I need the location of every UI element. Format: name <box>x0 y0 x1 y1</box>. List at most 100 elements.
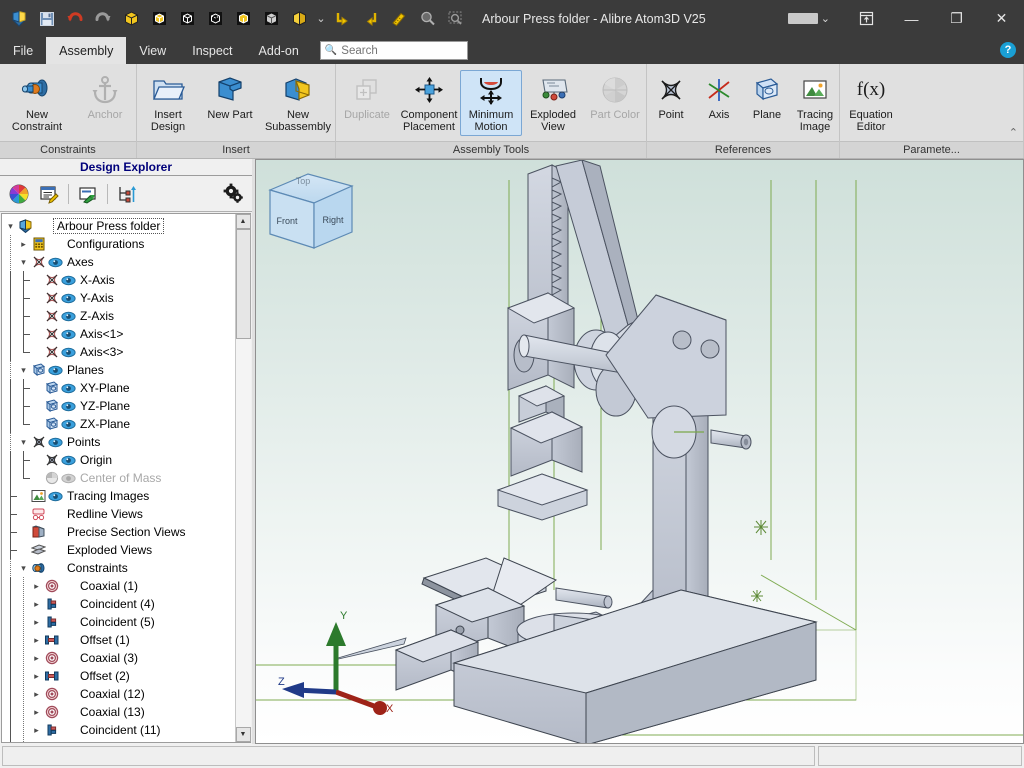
new-subassembly-button[interactable]: New Subassembly <box>261 70 335 136</box>
transparent-view-icon[interactable] <box>258 6 284 32</box>
scroll-down-button[interactable]: ▼ <box>235 727 251 742</box>
tree-item[interactable]: ▸ Coincident (5) <box>4 613 235 631</box>
tree-expander-closed-icon[interactable]: ▸ <box>30 739 43 742</box>
scroll-track[interactable] <box>235 229 251 727</box>
color-wheel-icon[interactable] <box>5 181 33 207</box>
tree-item[interactable]: X-Axis <box>4 271 235 289</box>
tree-expander-open-icon[interactable]: ▾ <box>4 217 17 235</box>
view-cube[interactable]: Top Front Right <box>256 166 366 258</box>
tree-expander-closed-icon[interactable]: ▸ <box>30 649 43 667</box>
close-button[interactable]: ✕ <box>979 0 1024 37</box>
tree-item[interactable]: ▸ Offset (2) <box>4 667 235 685</box>
visibility-eye-icon[interactable] <box>60 380 77 396</box>
tree-item[interactable]: ▸ Coaxial (3) <box>4 649 235 667</box>
tree-item[interactable]: Redline Views <box>4 505 235 523</box>
design-tree[interactable]: ▾ Arbour Press folder ▸ Configurations ▾ Axes… <box>2 214 235 742</box>
tree-item[interactable]: ▸ Coincident (11) <box>4 721 235 739</box>
visibility-eye-icon[interactable] <box>60 308 77 324</box>
tree-item[interactable]: Precise Section Views <box>4 523 235 541</box>
tree-scrollbar[interactable]: ▲ ▼ <box>235 214 251 742</box>
visibility-eye-icon[interactable] <box>47 488 64 504</box>
import-icon[interactable] <box>330 6 356 32</box>
tree-expander-closed-icon[interactable]: ▸ <box>30 721 43 739</box>
tree-expander-open-icon[interactable]: ▾ <box>17 559 30 577</box>
tree-item[interactable]: XY-Plane <box>4 379 235 397</box>
tree-expander-closed-icon[interactable]: ▸ <box>30 703 43 721</box>
sort-tree-icon[interactable] <box>113 181 141 207</box>
reference-axis-button[interactable]: Axis <box>695 70 743 124</box>
visibility-eye-icon[interactable] <box>60 398 77 414</box>
tree-expander-closed-icon[interactable]: ▸ <box>30 595 43 613</box>
tree-item[interactable]: Exploded Views <box>4 541 235 559</box>
menu-item-assembly[interactable]: Assembly <box>46 37 127 64</box>
visibility-eye-icon[interactable] <box>60 272 77 288</box>
component-placement-button[interactable]: Component Placement <box>398 70 460 136</box>
search-box[interactable]: 🔍 <box>319 41 468 60</box>
tree-expander-open-icon[interactable]: ▾ <box>17 253 30 271</box>
new-part-button[interactable]: New Part <box>199 70 261 124</box>
undo-icon[interactable] <box>62 6 88 32</box>
tree-item[interactable]: ▾ Constraints <box>4 559 235 577</box>
insert-design-button[interactable]: Insert Design <box>137 70 199 136</box>
wireframe-view-icon[interactable] <box>174 6 200 32</box>
tree-expander-open-icon[interactable]: ▾ <box>17 361 30 379</box>
part-color-button[interactable]: Part Color <box>584 70 646 124</box>
anchor-button[interactable]: Anchor <box>74 70 136 124</box>
visibility-eye-icon[interactable] <box>47 254 64 270</box>
tree-item[interactable]: ▾ Planes <box>4 361 235 379</box>
rename-icon[interactable] <box>74 181 102 207</box>
maximize-button[interactable]: ❐ <box>934 0 979 37</box>
visibility-eye-icon[interactable] <box>47 362 64 378</box>
tree-item[interactable]: ▸ Coincident (12) <box>4 739 235 742</box>
tree-item[interactable]: Axis<3> <box>4 343 235 361</box>
minimum-motion-button[interactable]: Minimum Motion <box>460 70 522 136</box>
menu-item-view[interactable]: View <box>126 37 179 64</box>
3d-viewport[interactable]: Y X Z Top Front Right <box>255 159 1024 744</box>
tree-item[interactable]: YZ-Plane <box>4 397 235 415</box>
equation-editor-button[interactable]: f(x) Equation Editor <box>840 70 902 136</box>
tree-expander-closed-icon[interactable]: ▸ <box>30 577 43 595</box>
minimize-button[interactable]: — <box>889 0 934 37</box>
visibility-eye-icon[interactable] <box>60 452 77 468</box>
tree-item[interactable]: Y-Axis <box>4 289 235 307</box>
tree-item[interactable]: Axis<1> <box>4 325 235 343</box>
reference-point-button[interactable]: Point <box>647 70 695 124</box>
shaded-edges-view-icon[interactable] <box>146 6 172 32</box>
exploded-view-button[interactable]: Exploded View <box>522 70 584 136</box>
new-constraint-button[interactable]: New Constraint <box>0 70 74 136</box>
tree-item[interactable]: Center of Mass <box>4 469 235 487</box>
hidden-line-removed-view-icon[interactable] <box>230 6 256 32</box>
tree-expander-closed-icon[interactable]: ▸ <box>30 685 43 703</box>
alibre-home-icon[interactable] <box>6 6 32 32</box>
tree-expander-open-icon[interactable]: ▾ <box>17 433 30 451</box>
account-switcher[interactable]: ⌄ <box>787 12 844 25</box>
scroll-thumb[interactable] <box>235 229 251 339</box>
redo-icon[interactable] <box>90 6 116 32</box>
search-input[interactable] <box>341 44 463 57</box>
visibility-eye-icon[interactable] <box>60 470 77 486</box>
tree-expander-closed-icon[interactable]: ▸ <box>17 235 30 253</box>
visibility-eye-icon[interactable] <box>60 290 77 306</box>
view-dropdown-chevron-icon[interactable]: ⌄ <box>314 6 328 32</box>
tree-expander-closed-icon[interactable]: ▸ <box>30 667 43 685</box>
export-icon[interactable] <box>358 6 384 32</box>
tree-item[interactable]: ▸ Configurations <box>4 235 235 253</box>
tree-expander-closed-icon[interactable]: ▸ <box>30 631 43 649</box>
tree-expander-closed-icon[interactable]: ▸ <box>30 613 43 631</box>
shaded-view-icon[interactable] <box>118 6 144 32</box>
tree-item[interactable]: ▸ Coaxial (1) <box>4 577 235 595</box>
visibility-eye-icon[interactable] <box>60 326 77 342</box>
tree-item[interactable]: ▾ Arbour Press folder <box>4 217 235 235</box>
scroll-up-button[interactable]: ▲ <box>235 214 251 229</box>
ribbon-collapse-chevron-icon[interactable]: ⌃ <box>1009 126 1018 139</box>
tree-item[interactable]: ▾ Axes <box>4 253 235 271</box>
tree-item[interactable]: Z-Axis <box>4 307 235 325</box>
zoom-icon[interactable] <box>414 6 440 32</box>
measure-icon[interactable] <box>386 6 412 32</box>
reference-plane-button[interactable]: Plane <box>743 70 791 124</box>
menu-item-addon[interactable]: Add-on <box>246 37 312 64</box>
visibility-eye-icon[interactable] <box>60 416 77 432</box>
tree-item[interactable]: ▾ Points <box>4 433 235 451</box>
help-icon[interactable]: ? <box>1000 42 1016 58</box>
hidden-line-view-icon[interactable] <box>202 6 228 32</box>
